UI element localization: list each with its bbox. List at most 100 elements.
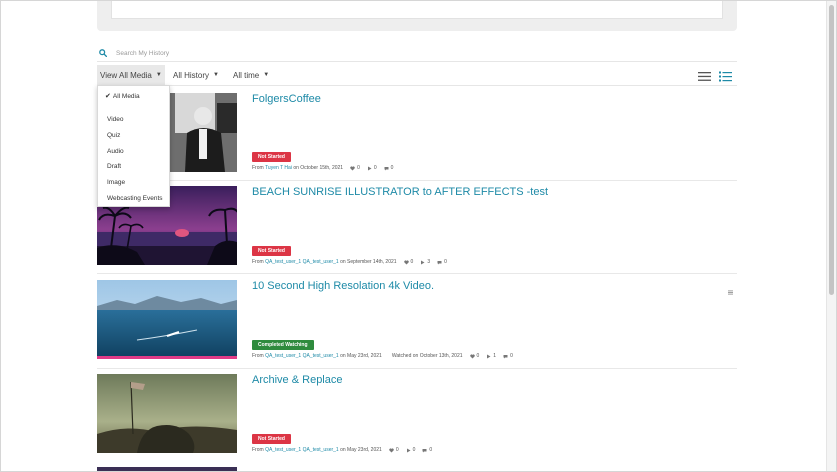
likes-count: 0 <box>357 165 360 171</box>
owner-link[interactable]: QA_test_user_1 QA_test_user_1 <box>265 353 339 359</box>
time-filter-dropdown[interactable]: All time ▼ <box>230 65 272 85</box>
comment-icon <box>503 354 508 358</box>
status-badge: Completed Watching <box>252 340 314 350</box>
menu-item-all-media[interactable]: ✔ All Media <box>105 92 140 100</box>
plays-stat: 0 <box>406 447 416 453</box>
likes-stat: 0 <box>389 447 399 453</box>
owner-link[interactable]: QA_test_user_1 QA_test_user_1 <box>265 447 339 453</box>
entry-thumbnail[interactable] <box>97 467 237 471</box>
likes-stat: 0 <box>469 353 480 359</box>
play-icon <box>367 166 372 170</box>
from-prefix: From <box>252 447 264 453</box>
plays-stat: 0 <box>367 165 377 171</box>
entry-title[interactable]: BEACH SUNRISE ILLUSTRATOR to AFTER EFFEC… <box>252 186 548 198</box>
watch-progress-bar <box>97 356 237 359</box>
history-filter-label: All History <box>173 70 210 80</box>
owner-link[interactable]: QA_test_user_1 QA_test_user_1 <box>265 259 339 265</box>
checkmark-icon: ✔ <box>105 93 111 100</box>
scrollbar-thumb[interactable] <box>829 5 834 295</box>
plays-count: 0 <box>373 165 377 171</box>
menu-item-draft[interactable]: Draft <box>107 163 121 170</box>
from-prefix: From <box>252 259 264 265</box>
row-divider <box>97 273 737 274</box>
owner-link[interactable]: Tuyen T Hai <box>265 165 292 171</box>
likes-count: 0 <box>410 259 414 265</box>
more-options-icon[interactable] <box>728 282 733 295</box>
chevron-down-icon: ▼ <box>213 72 219 78</box>
search-input[interactable] <box>116 49 316 57</box>
status-badge: Not Started <box>252 434 291 444</box>
likes-stat: 0 <box>350 165 360 171</box>
heart-icon <box>389 448 394 452</box>
comments-stat: 0 <box>437 259 447 265</box>
menu-item-image[interactable]: Image <box>107 179 125 186</box>
chevron-down-icon: ▼ <box>263 72 270 78</box>
entry-meta: From QA_test_user_1 QA_test_user_1 on Ma… <box>252 353 513 359</box>
likes-count: 0 <box>395 447 399 453</box>
menu-item-webcasting-events[interactable]: Webcasting Events <box>107 195 163 202</box>
comment-icon <box>422 448 427 452</box>
search-row <box>97 45 737 61</box>
heart-icon <box>350 166 355 170</box>
play-icon <box>421 260 425 264</box>
search-icon[interactable] <box>97 47 109 59</box>
comments-count: 0 <box>510 353 513 359</box>
filter-bar: View All Media ▼ All History ▼ All time … <box>97 65 737 85</box>
plays-stat: 3 <box>420 259 430 265</box>
play-icon <box>487 354 491 358</box>
comment-icon <box>437 260 442 264</box>
heart-icon <box>469 354 475 358</box>
history-entry: BEACH SUNRISE ILLUSTRATOR to AFTER EFFEC… <box>97 186 737 274</box>
media-filter-dropdown[interactable]: View All Media ▼ <box>97 65 165 85</box>
menu-item-audio[interactable]: Audio <box>107 148 124 155</box>
plays-count: 0 <box>412 447 416 453</box>
page-frame: View All Media ▼ All History ▼ All time … <box>0 0 837 472</box>
entry-meta: From Tuyen T Hai on October 15th, 2021 0… <box>252 165 393 171</box>
entry-thumbnail[interactable] <box>97 374 237 453</box>
entry-meta: From QA_test_user_1 QA_test_user_1 on Se… <box>252 259 447 265</box>
entry-date: on September 14th, 2021 <box>340 259 397 265</box>
comments-stat: 0 <box>503 353 513 359</box>
top-card <box>97 1 737 31</box>
history-entry: 10 Second High Resolation 4k Video. Comp… <box>97 280 737 369</box>
entry-date: on October 15th, 2021 <box>293 165 344 171</box>
entry-title[interactable]: FolgersCoffee <box>252 93 321 105</box>
media-type-menu: ✔ All Media Video Quiz Audio Draft Image … <box>97 85 170 207</box>
top-card-inner <box>111 1 723 19</box>
compact-view-icon[interactable] <box>698 69 711 81</box>
menu-item-video[interactable]: Video <box>107 116 124 123</box>
history-entry-partial <box>97 467 737 471</box>
watched-date: Watched on October 13th, 2021 <box>391 353 463 359</box>
filter-divider <box>97 85 737 86</box>
entry-title[interactable]: 10 Second High Resolation 4k Video. <box>252 280 434 292</box>
row-divider <box>97 180 737 181</box>
time-filter-label: All time <box>233 70 260 80</box>
plays-count: 3 <box>427 259 431 265</box>
likes-count: 0 <box>476 353 480 359</box>
chevron-down-icon: ▼ <box>155 72 162 78</box>
comment-icon <box>384 166 389 170</box>
status-badge: Not Started <box>252 246 291 256</box>
comments-count: 0 <box>429 447 433 453</box>
history-entry: Archive & Replace Not Started From QA_te… <box>97 374 737 462</box>
likes-stat: 0 <box>403 259 414 265</box>
heart-icon <box>403 260 409 264</box>
from-prefix: From <box>252 353 264 359</box>
comments-stat: 0 <box>384 165 394 171</box>
history-filter-dropdown[interactable]: All History ▼ <box>170 65 222 85</box>
plays-stat: 1 <box>486 353 496 359</box>
entry-date: on May 23rd, 2021 <box>340 353 382 359</box>
from-prefix: From <box>252 165 264 171</box>
entry-date: on May 23rd, 2021 <box>340 447 382 453</box>
menu-item-quiz[interactable]: Quiz <box>107 132 120 139</box>
history-entry: FolgersCoffee Not Started From Tuyen T H… <box>97 93 737 181</box>
scrollbar[interactable] <box>826 1 836 471</box>
entry-thumbnail[interactable] <box>97 280 237 359</box>
comments-count: 0 <box>390 165 394 171</box>
row-divider <box>97 368 737 369</box>
entry-title[interactable]: Archive & Replace <box>252 374 343 386</box>
status-badge: Not Started <box>252 152 291 162</box>
plays-count: 1 <box>493 353 497 359</box>
media-filter-label: View All Media <box>100 70 152 80</box>
detailed-view-icon[interactable] <box>719 69 732 82</box>
